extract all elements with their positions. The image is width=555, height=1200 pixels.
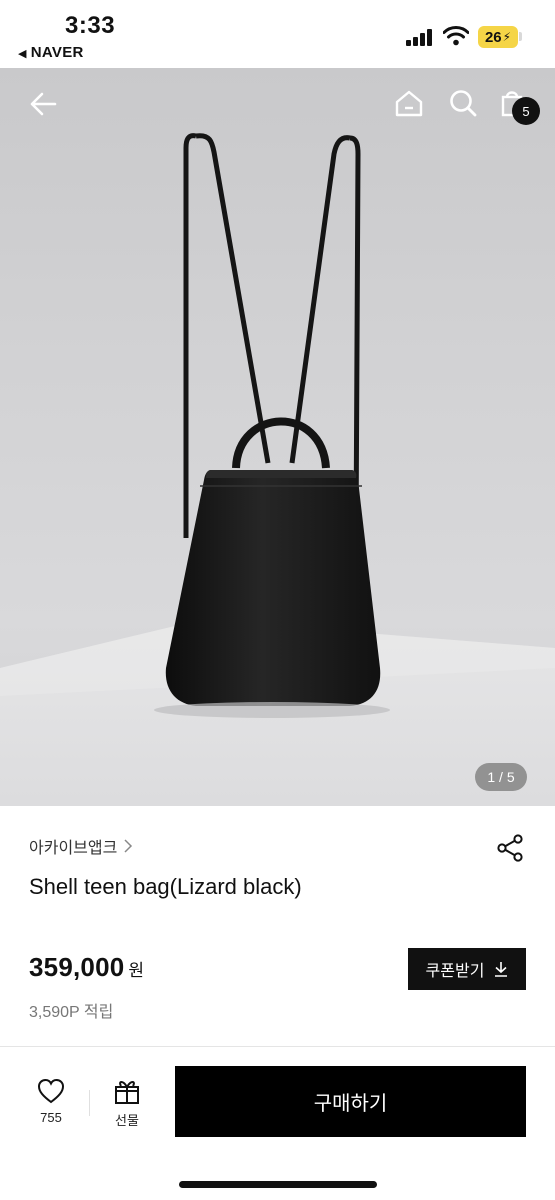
back-to-app-link[interactable]: ◀ NAVER — [18, 44, 84, 61]
gift-button[interactable]: 선물 — [100, 1078, 154, 1134]
status-time: 3:33 — [65, 12, 116, 39]
price-amount: 359,000 — [29, 952, 125, 982]
battery-tip — [519, 32, 522, 41]
brand-name: 아카이브앱크 — [29, 840, 118, 857]
charging-bolt-icon: ⚡ — [502, 30, 512, 44]
download-icon — [495, 962, 508, 977]
coupon-download-button[interactable]: 쿠폰받기 — [408, 948, 526, 990]
home-icon[interactable] — [391, 85, 427, 121]
heart-icon — [37, 1078, 65, 1104]
chevron-right-icon — [124, 839, 133, 853]
price-currency: 원 — [128, 961, 145, 980]
reward-points: 3,590P 적립 — [29, 1004, 114, 1021]
back-triangle-icon: ◀ — [18, 48, 27, 60]
home-indicator — [179, 1181, 377, 1188]
section-divider — [0, 1046, 555, 1047]
share-icon[interactable] — [495, 833, 525, 863]
search-icon[interactable] — [445, 85, 481, 121]
product-price: 359,000 원 — [29, 952, 144, 983]
back-arrow-icon[interactable] — [25, 86, 61, 122]
back-app-label: NAVER — [30, 44, 84, 61]
bar-separator — [89, 1090, 90, 1116]
product-photo — [0, 133, 555, 806]
buy-now-button[interactable]: 구매하기 — [175, 1066, 526, 1137]
gift-label: 선물 — [115, 1113, 139, 1128]
cart-count-badge: 5 — [512, 97, 540, 125]
like-button[interactable]: 755 — [22, 1078, 80, 1134]
gift-icon — [115, 1081, 139, 1104]
battery-level: 26 — [484, 28, 502, 46]
like-count: 755 — [40, 1110, 62, 1125]
status-bar: 3:33 ◀ NAVER 26 ⚡ — [0, 0, 555, 68]
battery-indicator: 26 ⚡ — [478, 26, 518, 48]
buy-button-label: 구매하기 — [313, 1093, 388, 1115]
coupon-button-label: 쿠폰받기 — [425, 963, 485, 980]
wifi-icon — [443, 26, 469, 46]
brand-link[interactable]: 아카이브앱크 — [29, 834, 133, 858]
cellular-signal-icon — [406, 28, 434, 46]
product-image-gallery[interactable] — [0, 68, 555, 806]
product-title: Shell teen bag(Lizard black) — [29, 874, 302, 899]
image-counter: 1 / 5 — [475, 763, 527, 791]
